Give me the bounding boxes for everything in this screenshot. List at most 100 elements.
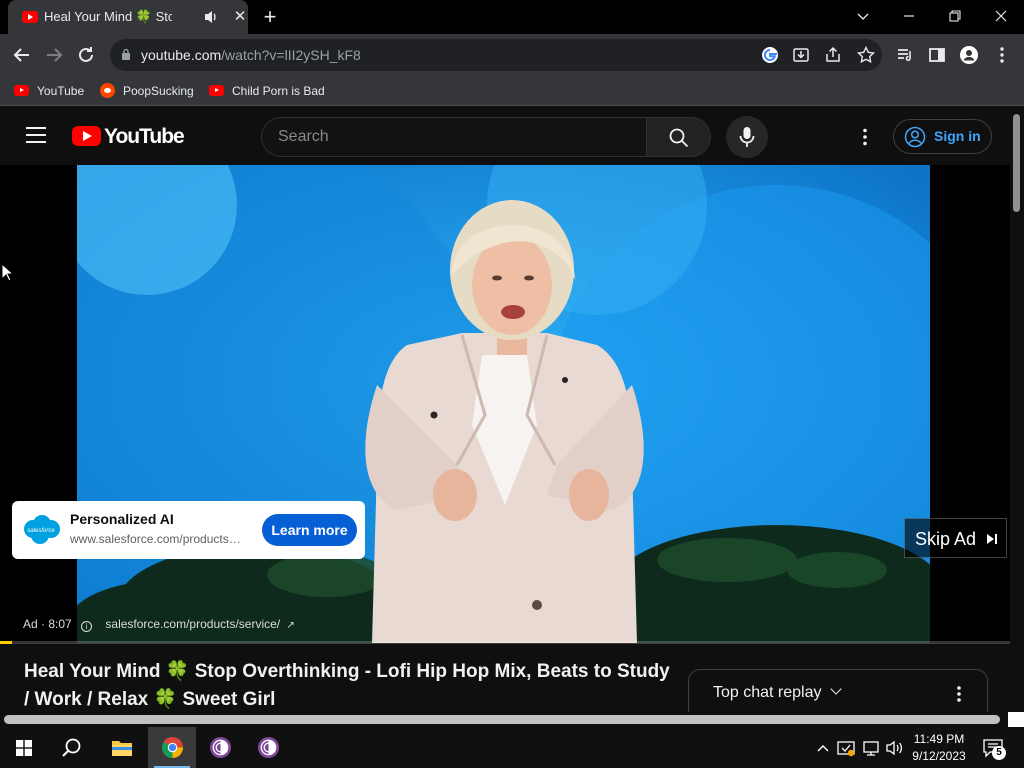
sign-in-button[interactable]: Sign in [893,119,992,154]
install-app-icon[interactable] [791,45,811,65]
external-link-icon[interactable]: ↗ [286,620,294,631]
bookmark-star-icon[interactable] [856,45,876,65]
ad-card-title: Personalized AI [70,511,174,527]
forward-icon[interactable] [42,43,66,67]
search-icon [669,128,689,148]
chat-replay-label: Top chat replay [713,684,822,701]
search-input[interactable]: Search [261,117,647,157]
account-icon [904,126,926,148]
address-bar[interactable]: youtube.com/watch?v=lII2ySH_kF8 [110,39,882,71]
ad-label: Ad · 8:07 [23,617,72,631]
sign-in-label: Sign in [934,128,981,144]
tab-title: Heal Your Mind 🍀 Stop Overthinking - Lof… [44,9,172,24]
chevron-down-icon[interactable] [848,3,878,29]
scrollbar-thumb[interactable] [1013,114,1020,212]
youtube-icon [209,85,224,97]
settings-menu-icon[interactable] [854,126,876,148]
mouse-cursor-icon [1,263,13,282]
taskbar-file-explorer[interactable] [98,727,146,768]
bookmarks-bar: YouTube PoopSucking Child Porn is Bad [0,76,1024,106]
lock-icon[interactable] [121,48,131,61]
back-icon[interactable] [10,43,34,67]
youtube-logo-text: YouTube [104,125,185,148]
bookmark-label: PoopSucking [123,84,194,98]
ad-overlay-card[interactable]: salesforce Personalized AI www.salesforc… [12,501,365,559]
tor-icon [257,736,280,759]
start-button[interactable] [0,727,48,768]
notification-count-badge: 5 [992,746,1006,760]
skip-ad-button[interactable]: Skip Ad [904,518,1007,558]
new-tab-button[interactable]: + [258,6,282,30]
chevron-down-icon [830,683,842,695]
horizontal-scrollbar-thumb[interactable] [4,715,1000,724]
network-icon[interactable] [861,738,881,758]
action-center-button[interactable]: 5 [982,737,1006,760]
taskbar-chrome[interactable] [148,727,196,768]
url-path: /watch?v=lII2ySH_kF8 [221,47,361,63]
chrome-menu-icon[interactable] [992,45,1012,65]
bookmark-poopsucking[interactable]: PoopSucking [100,82,194,100]
taskbar-tor-browser-2[interactable] [245,727,293,768]
ad-card-url: www.salesforce.com/products/service/ [70,532,242,546]
clock-date: 9/12/2023 [912,749,966,763]
share-icon[interactable] [823,45,843,65]
browser-tab[interactable]: Heal Your Mind 🍀 Stop Overthinking - Lof… [8,0,248,34]
ad-url-link[interactable]: salesforce.com/products/service/ [105,617,280,631]
windows-taskbar: 11:49 PM 9/12/2023 5 [0,727,1024,768]
voice-search-button[interactable] [726,116,768,158]
minimize-icon[interactable] [894,3,924,29]
ad-progress-fill [0,641,13,644]
reddit-icon [100,83,115,99]
menu-icon[interactable] [26,127,46,143]
tor-icon [209,736,232,759]
security-tray-icon[interactable] [836,738,856,758]
google-lens-icon[interactable] [760,45,780,65]
bookmark-label: YouTube [37,84,85,98]
search-placeholder: Search [278,128,329,145]
taskbar-tor-browser[interactable] [197,727,245,768]
show-hidden-icons-icon[interactable] [813,738,833,758]
profile-icon[interactable] [959,45,979,65]
media-queue-icon[interactable] [895,45,915,65]
video-player[interactable]: Ad · 8:07 i salesforce.com/products/serv… [0,165,1010,643]
clock-time: 11:49 PM [913,732,965,746]
skip-ad-label: Skip Ad [915,529,977,549]
bookmark-youtube[interactable]: YouTube [14,82,84,100]
chrome-icon [161,736,184,759]
horizontal-scrollbar[interactable] [0,712,1024,727]
chat-more-icon[interactable] [949,684,969,704]
svg-text:salesforce: salesforce [27,528,55,534]
skip-next-icon [987,534,997,544]
restore-icon[interactable] [940,3,970,29]
windows-icon [16,740,32,756]
page-scrollbar[interactable] [1010,107,1024,712]
address-url: youtube.com/watch?v=lII2ySH_kF8 [141,47,361,63]
search-button[interactable] [647,117,711,157]
search-icon [62,738,81,757]
taskbar-clock[interactable]: 11:49 PM 9/12/2023 [905,731,973,765]
ad-info-bar: Ad · 8:07 i salesforce.com/products/serv… [23,617,295,632]
scrollbar-corner [1008,712,1024,727]
browser-tab-strip: Heal Your Mind 🍀 Stop Overthinking - Lof… [0,0,1024,34]
youtube-icon [22,11,38,23]
close-tab-icon[interactable]: ✕ [232,9,248,25]
browser-toolbar: youtube.com/watch?v=lII2ySH_kF8 [0,34,1024,76]
bookmark-label: Child Porn is Bad [232,84,325,98]
speaker-icon[interactable] [204,9,218,25]
close-window-icon[interactable] [986,3,1016,29]
youtube-masthead: YouTube Search Sign in [0,107,1010,165]
bookmark-child-porn-is-bad[interactable]: Child Porn is Bad [209,82,325,100]
volume-icon[interactable] [884,738,904,758]
chat-replay-dropdown[interactable]: Top chat replay [713,683,842,702]
video-frame[interactable] [77,165,930,643]
ad-progress-bar[interactable] [0,641,1010,644]
ad-video-image [77,165,930,643]
taskbar-search-button[interactable] [48,727,96,768]
microphone-icon [739,127,755,147]
side-panel-icon[interactable] [927,45,947,65]
video-title: Heal Your Mind 🍀 Stop Overthinking - Lof… [24,661,670,710]
info-icon[interactable]: i [81,621,93,632]
reload-icon[interactable] [74,43,98,67]
learn-more-button[interactable]: Learn more [262,514,357,546]
url-host: youtube.com [141,47,222,63]
